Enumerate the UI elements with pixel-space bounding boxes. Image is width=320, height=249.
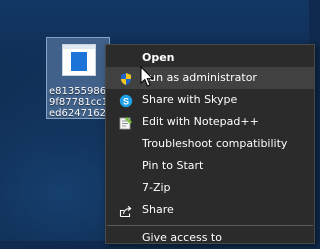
mouse-pointer-icon (140, 65, 154, 88)
menu-item-label: Troubleshoot compatibility (142, 137, 288, 150)
menu-item-label: Give access to (142, 231, 222, 244)
menu-item-run-as-administrator[interactable]: Run as administrator (106, 67, 314, 89)
menu-item-give-access-to[interactable]: Give access to (106, 227, 314, 249)
menu-item-pin-to-start[interactable]: Pin to Start (106, 155, 314, 177)
share-icon (119, 203, 133, 218)
menu-item-troubleshoot-compatibility[interactable]: Troubleshoot compatibility (106, 133, 314, 155)
menu-separator (107, 225, 313, 226)
context-menu: Open Run as administrator S Share with S… (105, 44, 315, 244)
menu-item-label: Share (142, 203, 174, 216)
menu-item-label: Run as administrator (142, 71, 257, 84)
menu-item-7-zip[interactable]: 7-Zip (106, 177, 314, 199)
menu-item-share-with-skype[interactable]: S Share with Skype (106, 89, 314, 111)
desktop-file-icon[interactable]: e81355986b 9f87781cc1 ed6247162 (46, 37, 112, 119)
menu-item-label: Edit with Notepad++ (142, 115, 259, 128)
uac-shield-icon (119, 71, 133, 85)
svg-text:S: S (123, 97, 129, 107)
menu-item-share[interactable]: Share (106, 199, 314, 221)
skype-icon: S (119, 93, 133, 108)
menu-item-edit-with-notepadpp[interactable]: Edit with Notepad++ (106, 111, 314, 133)
notepadpp-icon (119, 115, 133, 130)
menu-item-label: 7-Zip (142, 181, 171, 194)
menu-item-label: Share with Skype (142, 93, 238, 106)
application-window-icon (62, 44, 96, 76)
menu-item-label: Open (142, 51, 175, 64)
menu-item-label: Pin to Start (142, 159, 204, 172)
menu-item-open[interactable]: Open (106, 47, 314, 69)
